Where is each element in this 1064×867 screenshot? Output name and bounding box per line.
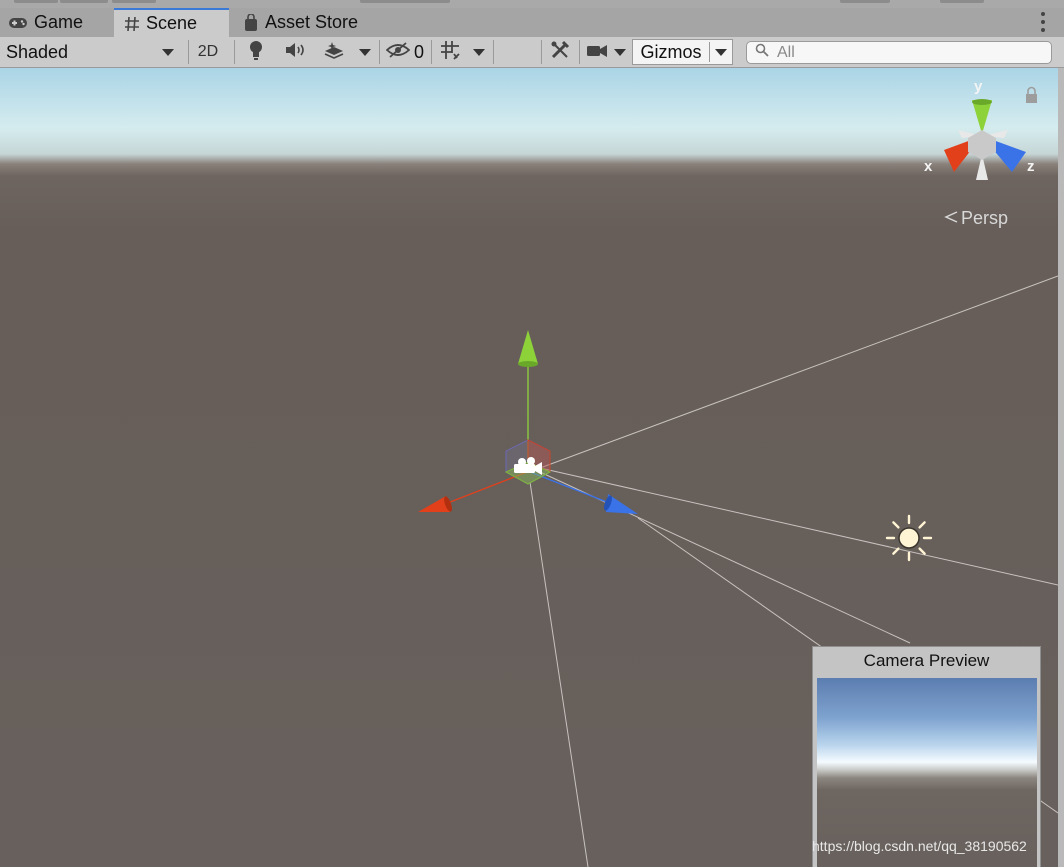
tools-icon <box>550 40 570 65</box>
toggle-2d-button[interactable]: 2D <box>190 37 226 67</box>
gizmos-button[interactable]: Gizmos <box>634 37 708 67</box>
search-icon <box>755 43 769 62</box>
window-top-strip <box>0 0 1064 8</box>
effects-dropdown[interactable] <box>354 37 376 67</box>
projection-label: Persp <box>961 208 1009 228</box>
top-strip-segment <box>14 0 58 3</box>
top-strip-segment <box>112 0 156 3</box>
effects-toggle-button[interactable] <box>316 37 352 67</box>
gamepad-icon <box>8 17 28 29</box>
orientation-gizmo[interactable] <box>944 99 1026 180</box>
shopping-bag-icon <box>243 13 259 32</box>
speaker-icon <box>284 42 306 63</box>
tab-scene-label: Scene <box>146 13 198 33</box>
gizmos-label: Gizmos <box>640 41 702 62</box>
audio-toggle-button[interactable] <box>278 37 312 67</box>
chevron-down-icon <box>473 48 485 56</box>
gizmos-dropdown[interactable] <box>710 37 732 67</box>
z-axis-label: z <box>1027 158 1035 175</box>
component-tools-button[interactable] <box>544 37 576 67</box>
chevron-down-icon <box>162 48 174 56</box>
x-axis-handle[interactable] <box>418 471 528 513</box>
draw-mode-label: Shaded <box>6 41 69 62</box>
lighting-toggle-button[interactable] <box>240 37 272 67</box>
camera-preview-panel: Camera Preview <box>812 646 1041 867</box>
grid-toggle-button[interactable] <box>434 37 466 67</box>
chevron-down-icon <box>359 48 371 56</box>
top-strip-segment <box>940 0 984 3</box>
toggle-2d-label: 2D <box>197 43 219 60</box>
visibility-eye-icon <box>385 41 411 63</box>
grid-dropdown[interactable] <box>468 37 490 67</box>
scene-toolbar: Shaded 2D 0 Gizmos All <box>0 37 1064 68</box>
top-strip-segment <box>360 0 450 3</box>
grid-icon <box>440 40 460 65</box>
tab-game[interactable]: Game <box>8 8 112 37</box>
tab-asset-store-label: Asset Store <box>265 12 359 32</box>
tab-asset-store[interactable]: Asset Store <box>243 8 373 37</box>
toolbar-divider <box>493 40 494 64</box>
camera-settings-dropdown[interactable] <box>610 37 630 67</box>
scene-search-box <box>746 41 1052 64</box>
lightbulb-icon <box>249 40 263 65</box>
scene-visibility-button[interactable]: 0 <box>382 37 428 67</box>
hash-icon <box>124 16 140 32</box>
draw-mode-dropdown[interactable]: Shaded <box>0 37 184 67</box>
y-axis-label: y <box>974 78 983 95</box>
viewport-scrollbar[interactable] <box>1058 68 1064 867</box>
projection-toggle[interactable]: Persp <box>944 208 1008 229</box>
chevron-down-icon <box>614 48 626 56</box>
lock-icon[interactable] <box>1026 86 1037 104</box>
toolbar-divider <box>379 40 380 64</box>
editor-tab-bar: Game Scene Asset Store <box>0 8 1064 37</box>
chevron-down-icon <box>715 48 727 56</box>
scene-camera-button[interactable] <box>582 37 612 67</box>
toolbar-divider <box>188 40 189 64</box>
camera-preview-title: Camera Preview <box>863 651 990 670</box>
top-strip-segment <box>60 0 108 3</box>
perspective-chevron-icon <box>944 208 958 229</box>
x-axis-label: x <box>924 158 933 175</box>
toolbar-divider <box>541 40 542 64</box>
hidden-objects-count: 0 <box>413 41 424 62</box>
tab-scene[interactable]: Scene <box>114 8 229 37</box>
top-strip-segment <box>840 0 890 3</box>
effects-layers-icon <box>323 41 345 64</box>
tab-game-label: Game <box>34 12 84 32</box>
search-input[interactable] <box>775 42 1049 63</box>
scene-viewport[interactable]: y x z Persp Camera Preview https://blog.… <box>0 68 1058 867</box>
directional-light-icon[interactable] <box>885 514 933 562</box>
toolbar-divider <box>234 40 235 64</box>
tab-options-menu-icon[interactable] <box>1040 12 1046 32</box>
toolbar-divider <box>579 40 580 64</box>
camera-icon <box>586 42 608 63</box>
toolbar-divider <box>431 40 432 64</box>
watermark-text: https://blog.csdn.net/qq_38190562 <box>812 838 1027 854</box>
